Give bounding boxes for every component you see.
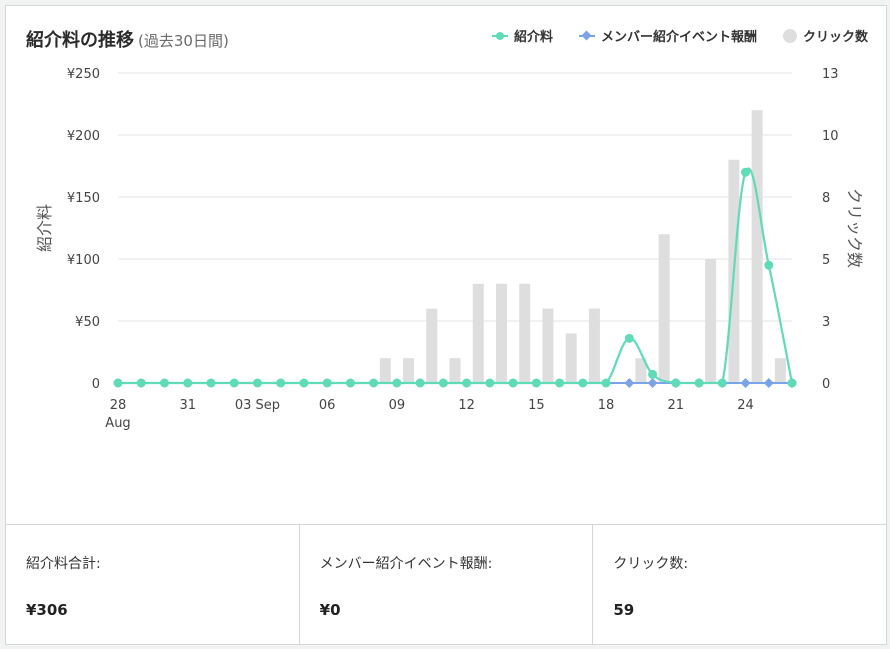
- y-left-tick-label: ¥250: [67, 67, 100, 82]
- referral-fee-point: [345, 378, 355, 388]
- x-tick-label: 06: [319, 398, 336, 413]
- referral-fee-point: [252, 378, 262, 388]
- referral-fee-point: [113, 378, 123, 388]
- referral-fee-point: [648, 369, 658, 379]
- y-left-tick-label: 0: [92, 377, 100, 392]
- referral-fee-point: [531, 378, 541, 388]
- x-tick-label: 03 Sep: [235, 398, 280, 413]
- summary-value: ¥306: [26, 601, 68, 619]
- y-left-axis-title: 紹介料: [35, 204, 54, 252]
- referral-fee-point: [601, 378, 611, 388]
- referral-fee-point: [485, 378, 495, 388]
- summary-label: クリック数:: [613, 556, 689, 572]
- y-right-tick-label: 13: [822, 67, 839, 82]
- summary-label: メンバー紹介イベント報酬:: [319, 556, 493, 572]
- summary-member-event-reward: メンバー紹介イベント報酬: ¥0: [300, 525, 594, 644]
- x-tick-sublabel: Aug: [105, 416, 130, 431]
- summary-value: ¥0: [319, 601, 341, 619]
- x-tick-label: 24: [737, 398, 754, 413]
- summary-referral-fee-total: 紹介料合計: ¥306: [6, 525, 300, 644]
- y-left-tick-label: ¥200: [67, 129, 100, 144]
- click-bar: [403, 358, 415, 383]
- x-tick-label: 28: [110, 398, 127, 413]
- x-tick-label: 15: [528, 398, 545, 413]
- summary-value: 59: [613, 601, 635, 619]
- referral-fee-point: [183, 378, 193, 388]
- x-tick-label: 31: [179, 398, 196, 413]
- referral-fee-point: [392, 378, 402, 388]
- referral-fee-point: [671, 378, 681, 388]
- summary-footer: 紹介料合計: ¥306 メンバー紹介イベント報酬: ¥0 クリック数: 59: [6, 524, 886, 644]
- x-tick-label: 12: [458, 398, 475, 413]
- y-left-tick-label: ¥100: [67, 253, 100, 268]
- referral-fee-point: [229, 378, 239, 388]
- referral-fee-point: [555, 378, 565, 388]
- referral-fee-point: [508, 378, 518, 388]
- click-bar: [565, 333, 577, 383]
- y-left-tick-label: ¥150: [67, 191, 100, 206]
- y-left-tick-label: ¥50: [75, 315, 100, 330]
- click-bar: [379, 358, 391, 383]
- referral-fee-point: [438, 378, 448, 388]
- referral-fee-point: [299, 378, 309, 388]
- click-bar: [519, 283, 531, 383]
- click-bar: [774, 358, 786, 383]
- y-right-axis-title: クリック数: [845, 188, 864, 268]
- referral-fee-point: [206, 378, 216, 388]
- member-reward-point: [763, 378, 774, 388]
- referral-fee-point: [764, 260, 774, 270]
- click-bar: [449, 358, 461, 383]
- referral-fee-point: [415, 378, 425, 388]
- click-bar: [542, 308, 554, 383]
- y-right-tick-label: 8: [822, 191, 830, 206]
- summary-label: 紹介料合計:: [26, 556, 101, 572]
- click-bar: [658, 234, 670, 383]
- x-tick-label: 21: [668, 398, 685, 413]
- y-right-tick-label: 5: [822, 253, 830, 268]
- referral-fee-card: 紹介料の推移 (過去30日間) 紹介料 メンバー紹介イベント報酬 クリック数 00…: [5, 5, 887, 645]
- click-bar: [495, 283, 507, 383]
- referral-fee-point: [462, 378, 472, 388]
- referral-fee-point: [322, 378, 332, 388]
- click-bar: [426, 308, 438, 383]
- member-reward-point: [647, 378, 658, 388]
- x-tick-label: 09: [389, 398, 406, 413]
- referral-fee-point: [741, 167, 751, 177]
- referral-fee-point: [717, 378, 727, 388]
- referral-fee-point: [159, 378, 169, 388]
- referral-fee-point: [624, 333, 634, 343]
- referral-fee-line: [118, 167, 794, 385]
- member-reward-point: [624, 378, 635, 388]
- referral-fee-point: [136, 378, 146, 388]
- referral-fee-point: [787, 378, 797, 388]
- member-reward-point: [740, 378, 751, 388]
- click-bar: [472, 283, 484, 383]
- y-right-tick-label: 3: [822, 315, 830, 330]
- click-bar: [705, 259, 717, 383]
- referral-fee-point: [578, 378, 588, 388]
- click-bar: [751, 110, 763, 383]
- y-right-tick-label: 0: [822, 377, 830, 392]
- y-right-tick-label: 10: [822, 129, 839, 144]
- click-bar: [588, 308, 600, 383]
- referral-fee-point: [276, 378, 286, 388]
- referral-fee-point: [694, 378, 704, 388]
- referral-fee-point: [369, 378, 379, 388]
- summary-clicks: クリック数: 59: [593, 525, 886, 644]
- x-tick-label: 18: [598, 398, 615, 413]
- referral-fee-chart: 0 0 ¥50 3 ¥100 5 ¥150 8 ¥200 10 ¥250 13 紹介料 クリック数 28 Au…: [35, 67, 864, 431]
